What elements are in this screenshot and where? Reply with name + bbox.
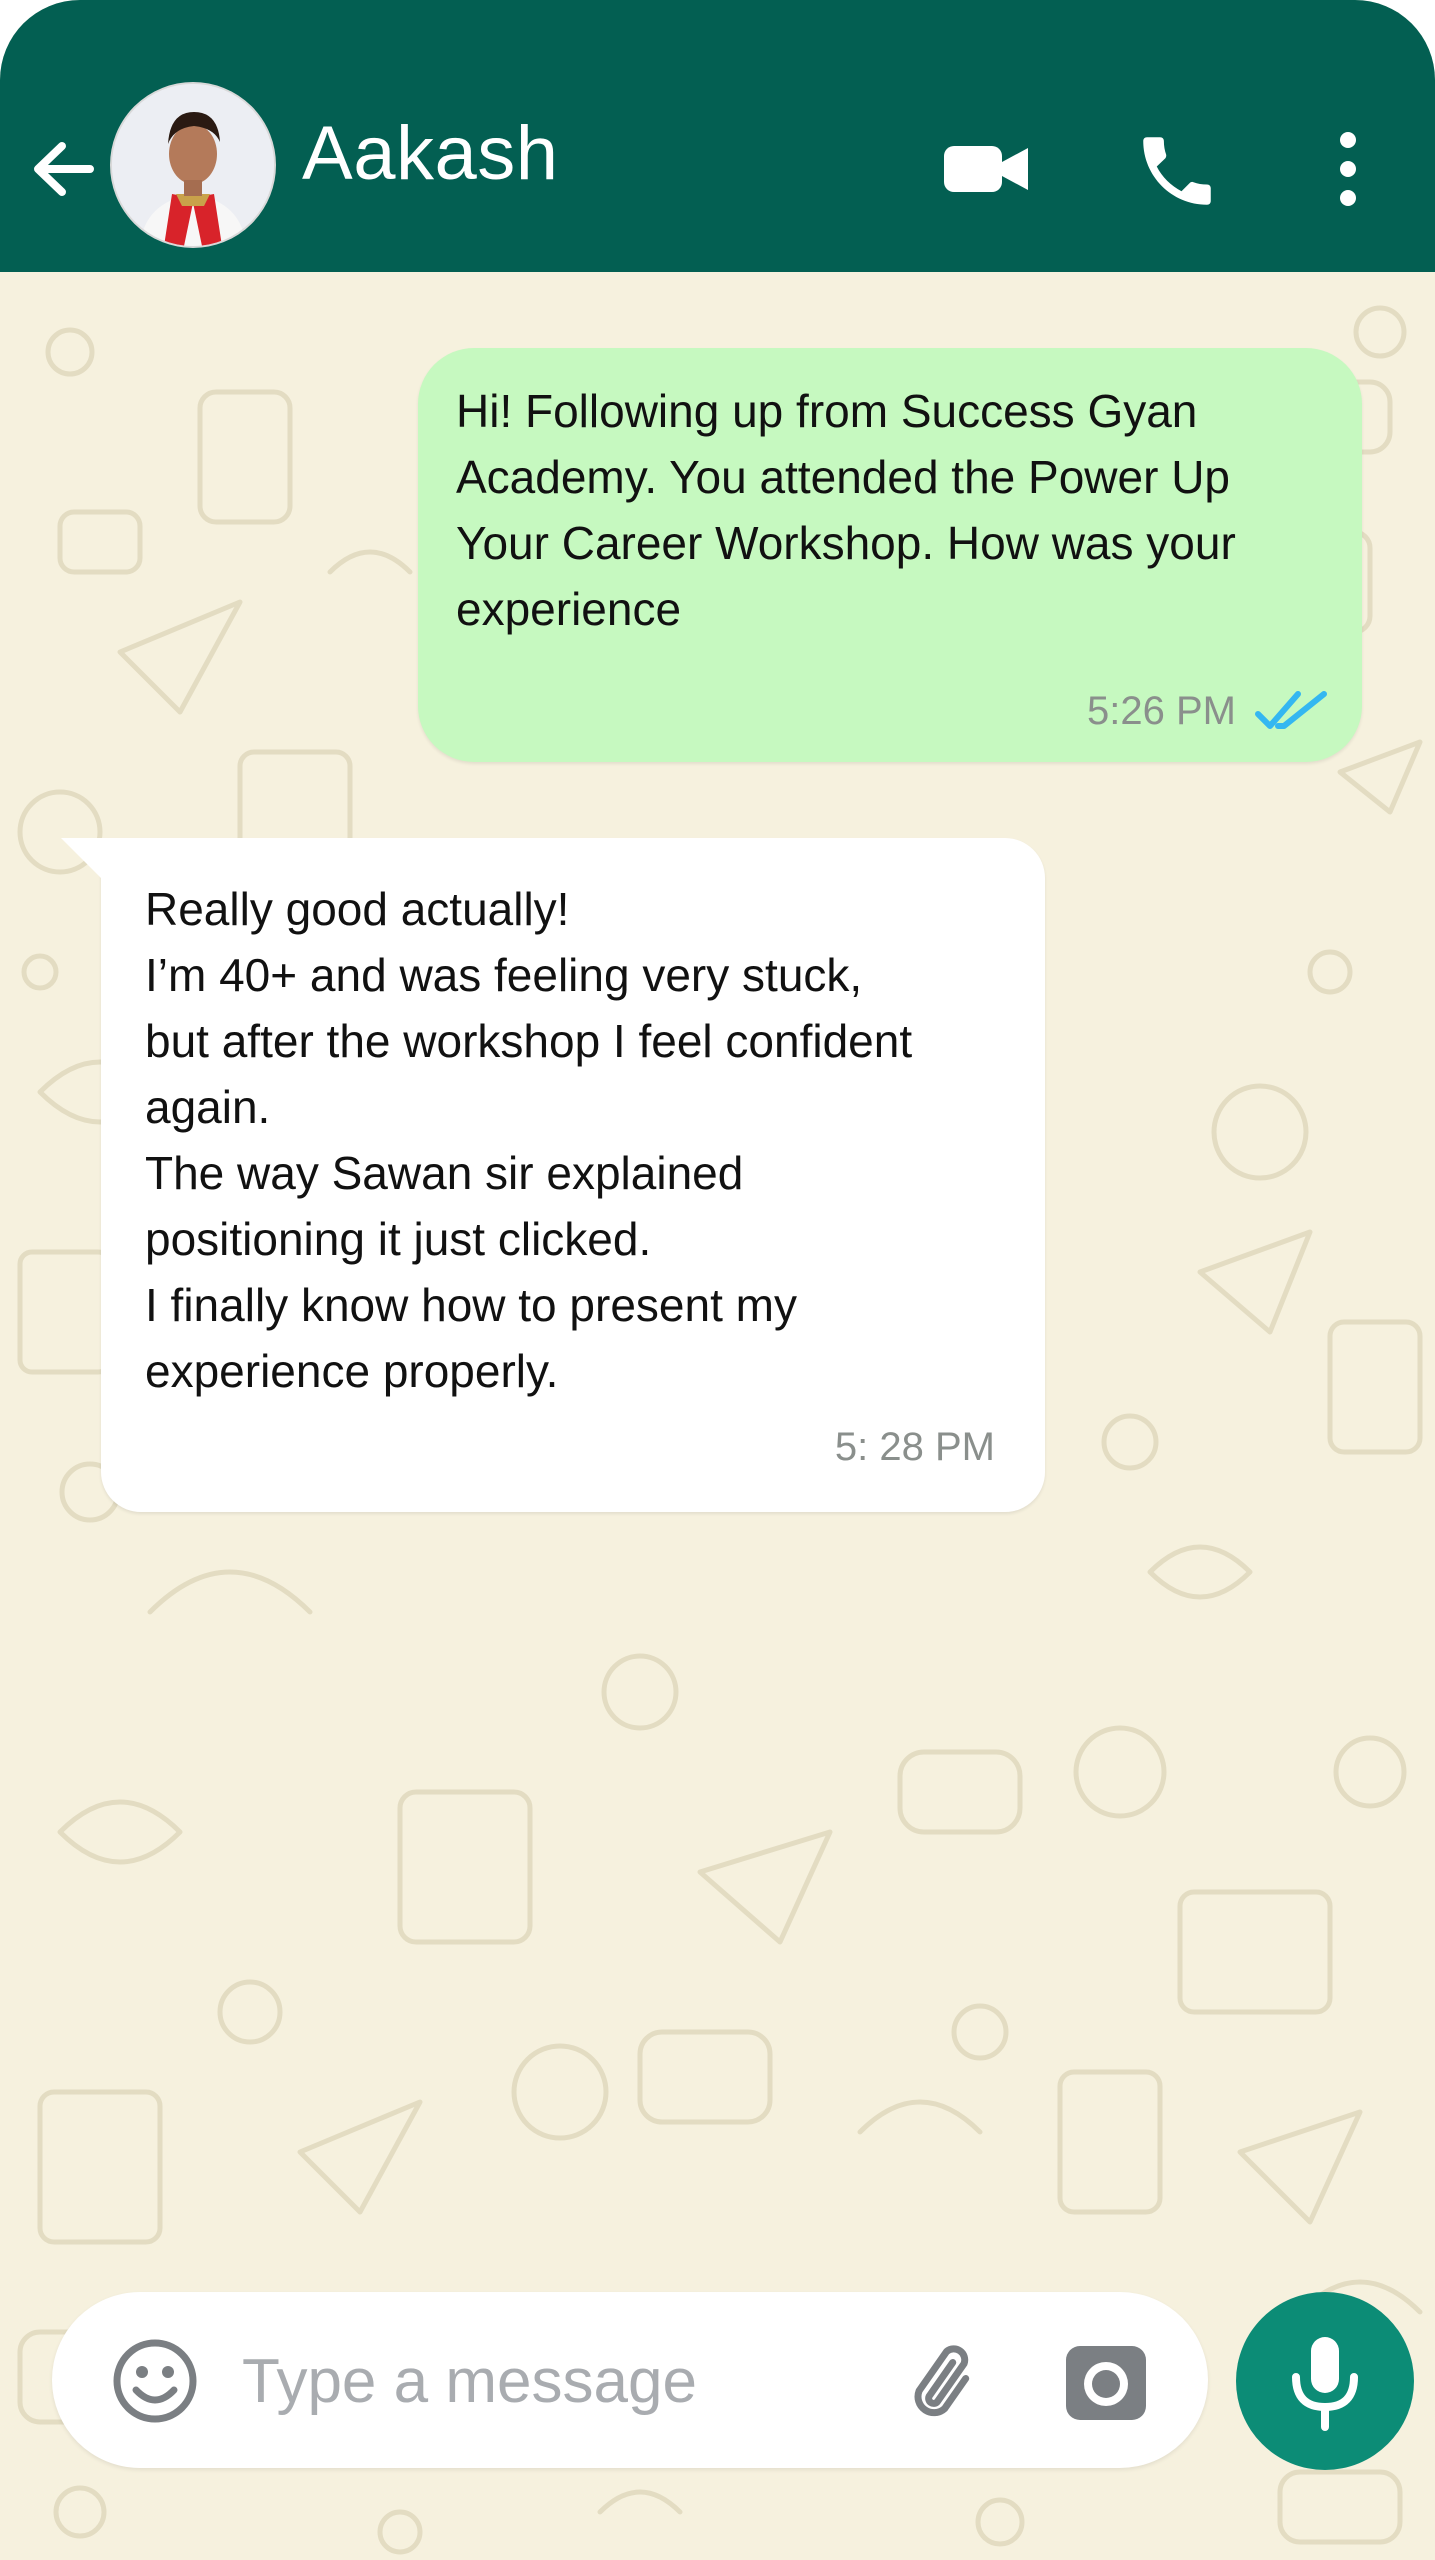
bubble-tail [61,838,121,898]
mic-button[interactable] [1236,2292,1414,2470]
message-text: Hi! Following up from Success Gyan Acade… [456,385,1236,635]
message-input[interactable] [240,2326,884,2436]
contact-name[interactable]: Aakash [302,104,559,204]
more-options-button[interactable] [1320,126,1376,212]
camera-icon[interactable] [1064,2340,1148,2424]
emoji-icon[interactable] [112,2338,198,2424]
paperclip-icon[interactable] [896,2332,996,2432]
avatar[interactable] [110,82,276,248]
message-time: 5:26 PM [1087,689,1236,733]
voice-call-button[interactable] [1132,126,1222,216]
chat-screen: Aakash Hi! Following up from Success Gya… [0,0,1435,2560]
back-button[interactable] [28,126,98,212]
message-meta: 5: 28 PM [835,1414,995,1480]
message-composer [52,2292,1208,2468]
phone-icon [1143,137,1211,205]
video-call-icon [944,146,1028,192]
chat-header: Aakash [0,0,1435,272]
message-time: 5: 28 PM [834,1425,995,1469]
outgoing-message[interactable]: Hi! Following up from Success Gyan Acade… [418,348,1362,762]
double-check-icon [1255,691,1327,729]
contact-photo [112,84,274,246]
microphone-icon [1292,2337,1358,2431]
message-text: Really good actually! I’m 40+ and was fe… [145,883,913,1397]
back-arrow-icon [34,142,94,196]
more-vert-icon [1340,132,1356,206]
incoming-message[interactable]: Really good actually! I’m 40+ and was fe… [61,838,1045,1512]
message-meta: 5:26 PM [1087,678,1328,744]
video-call-button[interactable] [940,132,1034,206]
